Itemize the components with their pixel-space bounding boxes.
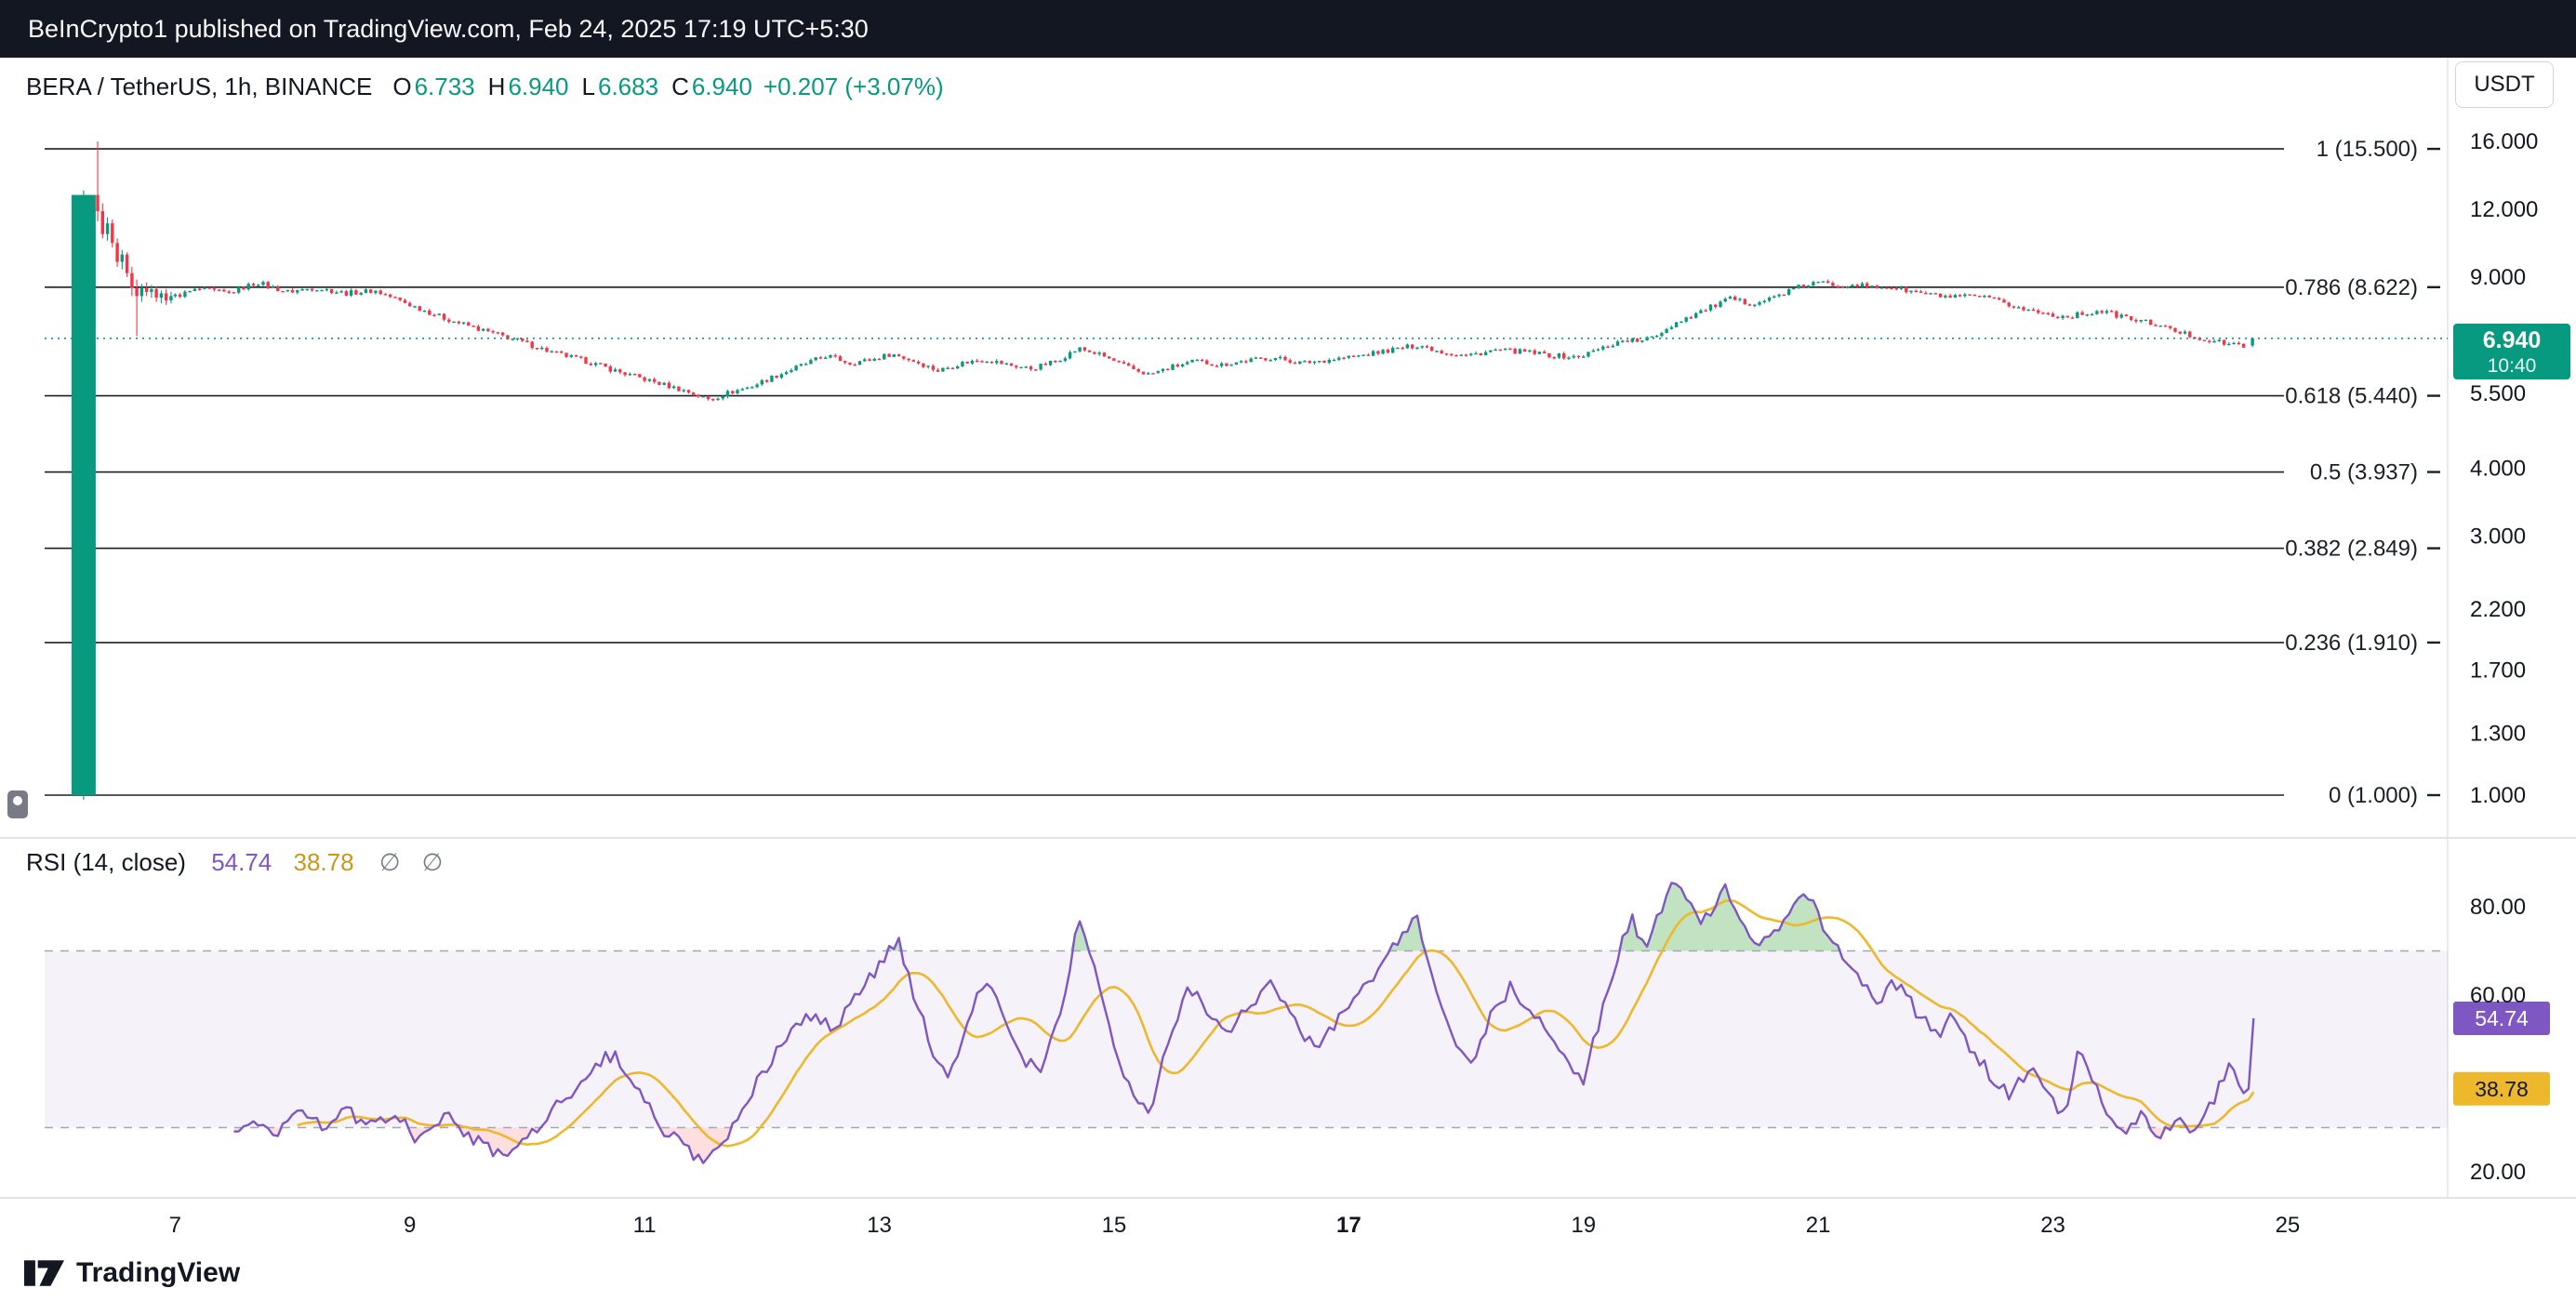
tradingview-snapshot: 1 (15.500) 0.786 (8.622) 0.618 (5.440) 0.5 … bbox=[0, 0, 2576, 1315]
svg-text:12.000: 12.000 bbox=[2470, 197, 2538, 222]
svg-text:1.700: 1.700 bbox=[2470, 658, 2526, 683]
price-axis[interactable]: 16.000 12.000 9.000 5.500 4.000 3.000 2.200 1.7… bbox=[2470, 129, 2538, 808]
svg-text:25: 25 bbox=[2276, 1213, 2301, 1238]
ohlc-value: 6.940 bbox=[692, 73, 752, 100]
svg-text:17: 17 bbox=[1336, 1213, 1361, 1238]
time-axis[interactable]: 7 9 11 13 15 17 19 21 23 25 bbox=[169, 1213, 2301, 1238]
svg-text:11: 11 bbox=[633, 1213, 657, 1238]
svg-text:20.00: 20.00 bbox=[2470, 1160, 2526, 1185]
tradingview-logo[interactable]: TradingView bbox=[24, 1257, 240, 1289]
current-price-layer: 6.94010:40 bbox=[45, 324, 2570, 379]
svg-text:1.300: 1.300 bbox=[2470, 721, 2526, 746]
svg-text:9.000: 9.000 bbox=[2470, 265, 2526, 290]
svg-text:21: 21 bbox=[1806, 1213, 1831, 1238]
svg-text:15: 15 bbox=[1102, 1213, 1127, 1238]
fib-retracement-layer: 1 (15.500) 0.786 (8.622) 0.618 (5.440) 0.5 … bbox=[45, 137, 2440, 808]
svg-text:1 (15.500): 1 (15.500) bbox=[2317, 137, 2418, 162]
ohlc-value: 6.733 bbox=[415, 73, 475, 100]
symbol-legend: BERA / TetherUS, 1h, BINANCE O6.733H6.94… bbox=[26, 73, 944, 101]
rsi-ma-value: 38.78 bbox=[294, 848, 354, 876]
rsi-empty-values: ∅ ∅ bbox=[379, 848, 444, 876]
currency-unit-button[interactable]: USDT bbox=[2455, 61, 2554, 108]
tradingview-logo-icon bbox=[24, 1260, 65, 1286]
svg-text:23: 23 bbox=[2040, 1213, 2065, 1238]
ohlc-label: H bbox=[488, 73, 506, 100]
svg-text:1.000: 1.000 bbox=[2470, 783, 2526, 808]
chart-canvas[interactable]: 1 (15.500) 0.786 (8.622) 0.618 (5.440) 0.5 … bbox=[0, 0, 2576, 1315]
svg-text:0.236 (1.910): 0.236 (1.910) bbox=[2285, 631, 2418, 656]
svg-text:19: 19 bbox=[1571, 1213, 1596, 1238]
svg-text:6.940: 6.940 bbox=[2483, 327, 2542, 353]
svg-text:0.618 (5.440): 0.618 (5.440) bbox=[2285, 384, 2418, 409]
attribution-bar: BeInCrypto1 published on TradingView.com… bbox=[0, 0, 2576, 58]
svg-text:80.00: 80.00 bbox=[2470, 895, 2526, 920]
svg-text:4.000: 4.000 bbox=[2470, 457, 2526, 482]
ohlc-value: 6.940 bbox=[508, 73, 568, 100]
rsi-legend: RSI (14, close) 54.74 38.78 ∅ ∅ bbox=[26, 848, 443, 877]
svg-text:13: 13 bbox=[867, 1213, 892, 1238]
svg-text:54.74: 54.74 bbox=[2475, 1006, 2529, 1030]
symbol-title[interactable]: BERA / TetherUS, 1h, BINANCE bbox=[26, 73, 372, 101]
svg-text:0 (1.000): 0 (1.000) bbox=[2329, 783, 2418, 808]
ohlc-label: C bbox=[671, 73, 689, 100]
svg-text:9: 9 bbox=[404, 1213, 416, 1238]
svg-text:0.382 (2.849): 0.382 (2.849) bbox=[2285, 537, 2418, 562]
svg-text:5.500: 5.500 bbox=[2470, 381, 2526, 406]
svg-text:16.000: 16.000 bbox=[2470, 129, 2538, 154]
svg-text:60.00: 60.00 bbox=[2470, 983, 2526, 1008]
ohlc-label: L bbox=[582, 73, 595, 100]
candles-layer[interactable] bbox=[72, 141, 2254, 800]
svg-text:0.786 (8.622): 0.786 (8.622) bbox=[2285, 275, 2418, 300]
svg-text:3.000: 3.000 bbox=[2470, 524, 2526, 549]
drawing-anchor-icon[interactable] bbox=[7, 790, 28, 818]
ohlc-values: O6.733H6.940L6.683C6.940 bbox=[379, 73, 752, 101]
ohlc-value: 6.683 bbox=[598, 73, 658, 100]
rsi-pane[interactable]: 54.74 38.78 80.00 60.00 20.00 bbox=[45, 883, 2550, 1185]
ohlc-label: O bbox=[392, 73, 411, 100]
tradingview-logo-text: TradingView bbox=[76, 1257, 240, 1289]
svg-text:10:40: 10:40 bbox=[2488, 355, 2537, 377]
svg-text:2.200: 2.200 bbox=[2470, 597, 2526, 622]
svg-text:0.5 (3.937): 0.5 (3.937) bbox=[2310, 460, 2418, 485]
price-change: +0.207 (+3.07%) bbox=[764, 73, 944, 101]
anchor-dot bbox=[13, 796, 22, 805]
rsi-value: 54.74 bbox=[211, 848, 272, 876]
svg-text:38.78: 38.78 bbox=[2475, 1077, 2529, 1101]
svg-text:7: 7 bbox=[169, 1213, 181, 1238]
attribution-text: BeInCrypto1 published on TradingView.com… bbox=[28, 15, 869, 44]
rsi-indicator-title[interactable]: RSI (14, close) bbox=[26, 848, 186, 876]
